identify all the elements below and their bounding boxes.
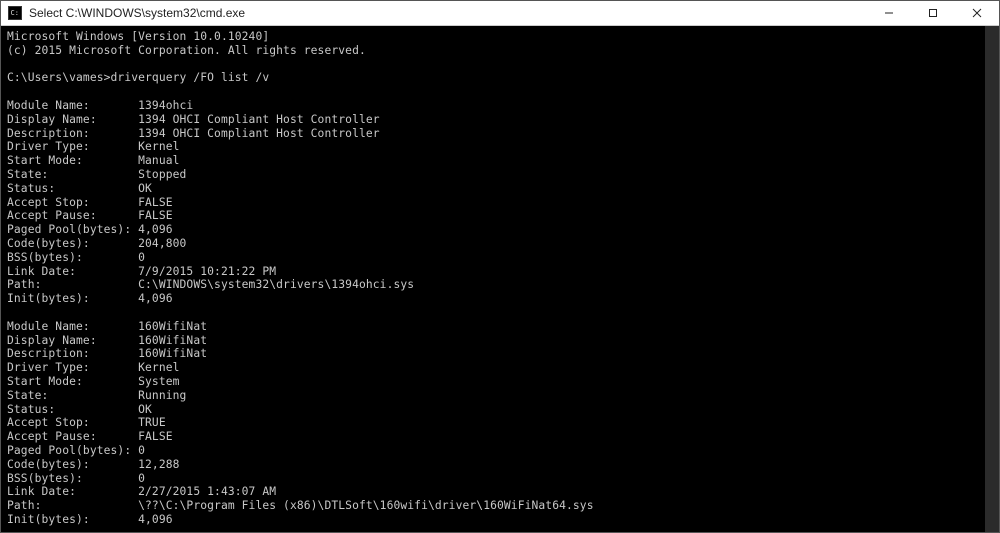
cmd-window: C: Select C:\WINDOWS\system32\cmd.exe Mi… [0,0,1000,533]
minimize-button[interactable] [867,1,911,25]
client-area: Microsoft Windows [Version 10.0.10240] (… [1,26,999,532]
terminal-output[interactable]: Microsoft Windows [Version 10.0.10240] (… [1,26,985,532]
titlebar[interactable]: C: Select C:\WINDOWS\system32\cmd.exe [1,1,999,26]
maximize-button[interactable] [911,1,955,25]
close-button[interactable] [955,1,999,25]
window-controls [867,1,999,25]
svg-text:C:: C: [11,9,19,17]
vertical-scrollbar[interactable] [985,26,999,532]
cmd-icon: C: [7,5,23,21]
window-title: Select C:\WINDOWS\system32\cmd.exe [29,6,867,20]
